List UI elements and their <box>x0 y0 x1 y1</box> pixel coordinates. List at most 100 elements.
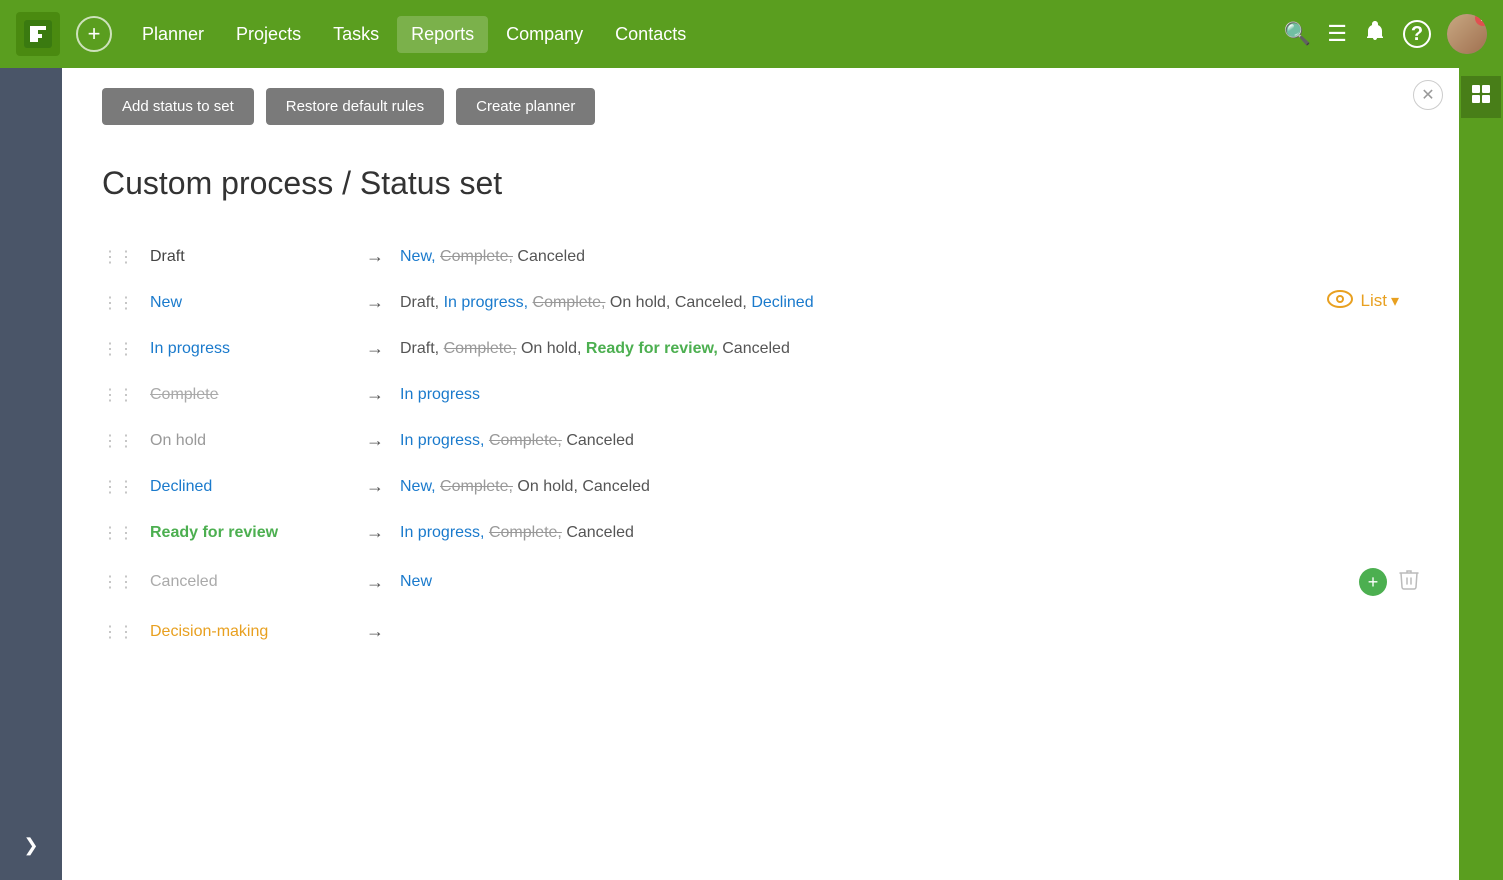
arrow-icon: → <box>366 621 384 642</box>
arrow-icon: → <box>366 292 384 313</box>
drag-handle[interactable]: ⋮⋮ <box>102 293 134 313</box>
nav-tasks[interactable]: Tasks <box>319 16 393 53</box>
nav-reports[interactable]: Reports <box>397 16 488 53</box>
delete-row-button[interactable] <box>1399 568 1419 596</box>
drag-handle[interactable]: ⋮⋮ <box>102 339 134 359</box>
target-new[interactable]: New <box>400 573 432 590</box>
target-complete[interactable]: Complete, <box>440 478 513 495</box>
sidebar-expand-icon[interactable]: ❯ <box>15 827 46 864</box>
create-planner-button[interactable]: Create planner <box>456 88 595 125</box>
status-targets-canceled: New <box>400 573 1359 591</box>
arrow-icon: → <box>366 522 384 543</box>
sidebar-left: ❯ <box>0 68 62 880</box>
status-targets-declined: New, Complete, On hold, Canceled <box>400 478 1419 496</box>
status-row-onhold: ⋮⋮ On hold → In progress, Complete, Canc… <box>102 418 1419 464</box>
status-row-new: ⋮⋮ New → Draft, In progress, Complete, O… <box>102 280 1419 326</box>
target-complete[interactable]: Complete, <box>444 340 517 357</box>
target-canceled[interactable]: Canceled, <box>675 294 747 311</box>
target-draft[interactable]: Draft, <box>400 294 439 311</box>
restore-rules-button[interactable]: Restore default rules <box>266 88 444 125</box>
status-row-declined: ⋮⋮ Declined → New, Complete, On hold, Ca… <box>102 464 1419 510</box>
target-readyforreview[interactable]: Ready for review, <box>586 340 718 357</box>
close-button[interactable]: ✕ <box>1413 80 1443 110</box>
nav-add-button[interactable]: + <box>76 16 112 52</box>
nav-company[interactable]: Company <box>492 16 597 53</box>
row-actions-canceled: + <box>1359 568 1419 596</box>
add-status-button[interactable]: Add status to set <box>102 88 254 125</box>
target-canceled[interactable]: Canceled <box>517 248 585 265</box>
target-inprogress[interactable]: In progress, <box>400 432 484 449</box>
avatar[interactable]: 1 <box>1447 14 1487 54</box>
status-name-decisionmaking[interactable]: Decision-making <box>150 623 350 641</box>
page-title: Custom process / Status set <box>102 165 1419 202</box>
target-inprogress[interactable]: In progress <box>400 386 480 403</box>
status-name-new[interactable]: New <box>150 294 350 312</box>
target-declined[interactable]: Declined <box>751 294 813 311</box>
nav-planner[interactable]: Planner <box>128 16 218 53</box>
arrow-icon: → <box>366 476 384 497</box>
top-nav: + Planner Projects Tasks Reports Company… <box>0 0 1503 68</box>
target-complete[interactable]: Complete, <box>440 248 513 265</box>
status-name-canceled[interactable]: Canceled <box>150 573 350 591</box>
arrow-icon: → <box>366 246 384 267</box>
status-row-draft: ⋮⋮ Draft → New, Complete, Canceled <box>102 234 1419 280</box>
arrow-icon: → <box>366 572 384 593</box>
action-buttons: Add status to set Restore default rules … <box>102 88 1419 125</box>
target-canceled[interactable]: Canceled <box>722 340 790 357</box>
status-targets-draft: New, Complete, Canceled <box>400 248 1419 266</box>
drag-handle[interactable]: ⋮⋮ <box>102 431 134 451</box>
target-draft[interactable]: Draft, <box>400 340 439 357</box>
drag-handle[interactable]: ⋮⋮ <box>102 477 134 497</box>
drag-handle[interactable]: ⋮⋮ <box>102 247 134 267</box>
status-targets-complete: In progress <box>400 386 1419 404</box>
target-complete[interactable]: Complete, <box>489 524 562 541</box>
nav-right: 🔍 ☰ ? 1 <box>1284 14 1487 54</box>
target-new[interactable]: New, <box>400 478 436 495</box>
drag-handle[interactable]: ⋮⋮ <box>102 572 134 592</box>
status-row-canceled: ⋮⋮ Canceled → New + <box>102 556 1419 609</box>
target-inprogress[interactable]: In progress, <box>444 294 528 311</box>
status-targets-readyforreview: In progress, Complete, Canceled <box>400 524 1419 542</box>
status-name-draft[interactable]: Draft <box>150 248 350 266</box>
target-canceled[interactable]: Canceled <box>566 524 634 541</box>
status-targets-inprogress: Draft, Complete, On hold, Ready for revi… <box>400 340 1419 358</box>
arrow-icon: → <box>366 384 384 405</box>
app-logo[interactable] <box>16 12 60 56</box>
status-row-readyforreview: ⋮⋮ Ready for review → In progress, Compl… <box>102 510 1419 556</box>
nav-projects[interactable]: Projects <box>222 16 315 53</box>
notifications-icon[interactable] <box>1363 19 1387 49</box>
close-icon: ✕ <box>1421 85 1434 105</box>
menu-icon[interactable]: ☰ <box>1327 21 1347 47</box>
nav-contacts[interactable]: Contacts <box>601 16 700 53</box>
status-name-inprogress[interactable]: In progress <box>150 340 350 358</box>
target-canceled[interactable]: Canceled <box>582 478 650 495</box>
status-name-onhold[interactable]: On hold <box>150 432 350 450</box>
search-icon[interactable]: 🔍 <box>1284 21 1311 47</box>
status-row-decisionmaking: ⋮⋮ Decision-making → <box>102 609 1419 655</box>
status-name-complete[interactable]: Complete <box>150 386 350 404</box>
target-canceled[interactable]: Canceled <box>566 432 634 449</box>
status-name-declined[interactable]: Declined <box>150 478 350 496</box>
add-target-button[interactable]: + <box>1359 568 1387 596</box>
arrow-icon: → <box>366 338 384 359</box>
target-complete[interactable]: Complete, <box>533 294 606 311</box>
sidebar-widget-icon[interactable] <box>1461 76 1501 118</box>
target-inprogress[interactable]: In progress, <box>400 524 484 541</box>
target-onhold[interactable]: On hold, <box>610 294 670 311</box>
main-layout: ❯ ✕ Add status to set Restore default ru… <box>0 68 1503 880</box>
drag-handle[interactable]: ⋮⋮ <box>102 622 134 642</box>
target-onhold[interactable]: On hold, <box>517 478 577 495</box>
sidebar-right <box>1459 68 1503 880</box>
status-name-readyforreview[interactable]: Ready for review <box>150 524 350 542</box>
target-onhold[interactable]: On hold, <box>521 340 581 357</box>
nav-links: Planner Projects Tasks Reports Company C… <box>128 16 1276 53</box>
status-targets-onhold: In progress, Complete, Canceled <box>400 432 1419 450</box>
status-row-complete: ⋮⋮ Complete → In progress <box>102 372 1419 418</box>
drag-handle[interactable]: ⋮⋮ <box>102 523 134 543</box>
status-targets-new: Draft, In progress, Complete, On hold, C… <box>400 294 1419 312</box>
drag-handle[interactable]: ⋮⋮ <box>102 385 134 405</box>
help-icon[interactable]: ? <box>1403 20 1431 48</box>
target-new[interactable]: New, <box>400 248 436 265</box>
target-complete[interactable]: Complete, <box>489 432 562 449</box>
status-row-inprogress: ⋮⋮ In progress → Draft, Complete, On hol… <box>102 326 1419 372</box>
